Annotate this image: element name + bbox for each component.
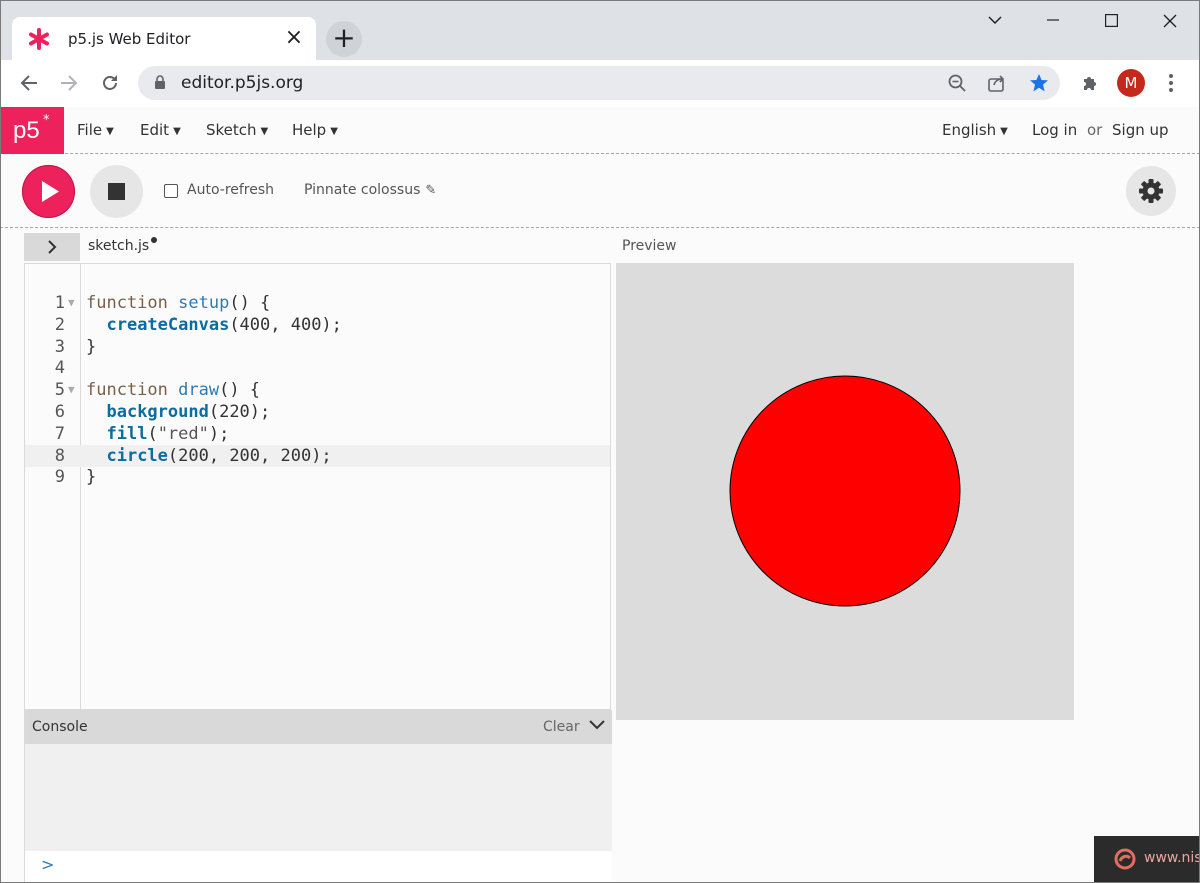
code-line[interactable]: 3} [25, 336, 610, 358]
line-number: 4 [54, 358, 65, 379]
console-output [25, 744, 612, 851]
login-link[interactable]: Log in [1032, 121, 1077, 139]
menu-help[interactable]: Help ▼ [292, 121, 338, 139]
caret-down-icon: ▼ [173, 126, 181, 137]
browser-tab[interactable]: p5.js Web Editor × [12, 17, 316, 60]
code-line[interactable]: 5 ▼ function draw() { [25, 379, 610, 401]
menu-sketch[interactable]: Sketch ▼ [206, 121, 268, 139]
file-bar: sketch.js [24, 233, 610, 263]
close-tab-icon[interactable]: × [282, 26, 306, 51]
share-icon[interactable] [984, 70, 1010, 96]
console-prompt: > [41, 855, 55, 874]
console-input[interactable]: > [25, 851, 612, 883]
auto-refresh-label: Auto-refresh [187, 182, 275, 198]
stop-button[interactable] [90, 165, 143, 218]
line-number: 5 [54, 380, 65, 401]
code-text: circle(200, 200, 200); [106, 445, 332, 466]
console-clear-button[interactable]: Clear [543, 719, 580, 735]
fold-arrow-icon[interactable]: ▼ [68, 379, 75, 401]
url-text: editor.p5js.org [181, 73, 304, 93]
language-select[interactable]: English ▼ [942, 121, 1008, 139]
code-line[interactable]: 6 background(220); [25, 401, 610, 423]
bookmark-star-icon[interactable] [1026, 70, 1052, 96]
watermark-badge: www.nis [1094, 836, 1200, 883]
p5-logo[interactable]: p5 * [0, 107, 64, 154]
menu-edit[interactable]: Edit ▼ [140, 121, 181, 139]
menu-file[interactable]: File ▼ [77, 121, 114, 139]
watermark-text: www.nis [1144, 850, 1200, 866]
code-line[interactable]: 2 createCanvas(400, 400); [25, 314, 610, 336]
red-circle [729, 375, 961, 607]
console-panel: Console Clear > [24, 710, 612, 883]
expand-sidebar-button[interactable] [24, 233, 80, 261]
browser-toolbar: editor.p5js.org M [0, 60, 1200, 107]
preview-label: Preview [622, 238, 677, 254]
editor-nav: p5 * File ▼ Edit ▼ Sketch ▼ Help ▼ English ▼ … [0, 107, 1200, 154]
or-text: or [1087, 121, 1103, 139]
code-text: } [86, 467, 97, 488]
unsaved-dot [151, 237, 158, 243]
chevron-right-icon [48, 240, 57, 254]
auto-refresh-checkbox[interactable] [164, 184, 178, 198]
caret-down-icon: ▼ [1000, 126, 1008, 137]
code-line[interactable]: 8 circle(200, 200, 200); [25, 444, 610, 467]
line-number: 7 [54, 423, 65, 444]
profile-avatar[interactable]: M [1117, 69, 1145, 97]
settings-button[interactable] [1126, 166, 1176, 216]
line-number: 1 [54, 293, 65, 313]
line-number: 6 [54, 402, 65, 422]
extensions-icon[interactable] [1075, 68, 1105, 98]
tab-strip: p5.js Web Editor × + [0, 0, 1200, 60]
code-line[interactable]: 7 fill("red"); [25, 423, 610, 445]
forward-icon[interactable] [54, 68, 84, 98]
maximize-button[interactable] [1091, 6, 1131, 36]
lock-icon [155, 75, 165, 89]
p5-editor: p5 * File ▼ Edit ▼ Sketch ▼ Help ▼ English ▼ … [0, 107, 1200, 883]
code-text: createCanvas(400, 400); [106, 314, 342, 335]
browser-menu-icon[interactable] [1156, 68, 1186, 98]
close-window-button[interactable] [1150, 6, 1190, 36]
code-line[interactable]: 9} [25, 466, 610, 488]
new-tab-button[interactable]: + [326, 21, 362, 57]
caret-down-icon: ▼ [330, 126, 338, 137]
reload-icon[interactable] [95, 68, 125, 98]
tab-title: p5.js Web Editor [68, 29, 191, 48]
code-text: background(220); [106, 402, 271, 422]
stop-icon [108, 183, 125, 200]
sketch-name[interactable]: Pinnate colossus ✎ [304, 182, 436, 198]
play-button[interactable] [22, 165, 75, 218]
code-line[interactable]: 1 ▼ function setup() { [25, 292, 610, 314]
fold-arrow-icon[interactable]: ▼ [68, 292, 75, 314]
caret-down-icon: ▼ [106, 126, 114, 137]
caret-down-icon: ▼ [260, 126, 269, 137]
gear-icon [1139, 179, 1163, 203]
code-editor[interactable]: 1 ▼ function setup() {2 createCanvas(400, … [24, 263, 611, 710]
address-bar[interactable]: editor.p5js.org [138, 66, 1060, 100]
code-line[interactable]: 4 [25, 357, 610, 379]
chevron-down-icon[interactable] [588, 716, 606, 734]
code-text: function draw() { [86, 380, 261, 401]
watermark-logo-icon [1114, 848, 1136, 870]
line-number: 3 [54, 336, 65, 357]
preview-canvas[interactable] [616, 263, 1074, 720]
console-title: Console [32, 719, 88, 735]
signup-link[interactable]: Sign up [1112, 121, 1169, 139]
line-number: 8 [54, 445, 65, 466]
line-number: 9 [54, 467, 65, 488]
file-name[interactable]: sketch.js [88, 237, 158, 254]
sketch-controls: Auto-refresh Pinnate colossus ✎ [0, 155, 1200, 228]
play-icon [42, 181, 59, 202]
minimize-button[interactable] [1033, 6, 1073, 36]
code-text: function setup() { [86, 293, 271, 313]
tab-search-icon[interactable] [975, 6, 1015, 36]
p5-favicon-icon [24, 27, 54, 50]
code-text: } [86, 336, 97, 357]
back-icon[interactable] [14, 68, 44, 98]
pencil-icon: ✎ [425, 183, 437, 198]
console-header: Console Clear [25, 710, 612, 744]
zoom-icon[interactable] [944, 70, 970, 96]
code-text: fill("red"); [106, 423, 230, 444]
line-number: 2 [54, 314, 65, 335]
